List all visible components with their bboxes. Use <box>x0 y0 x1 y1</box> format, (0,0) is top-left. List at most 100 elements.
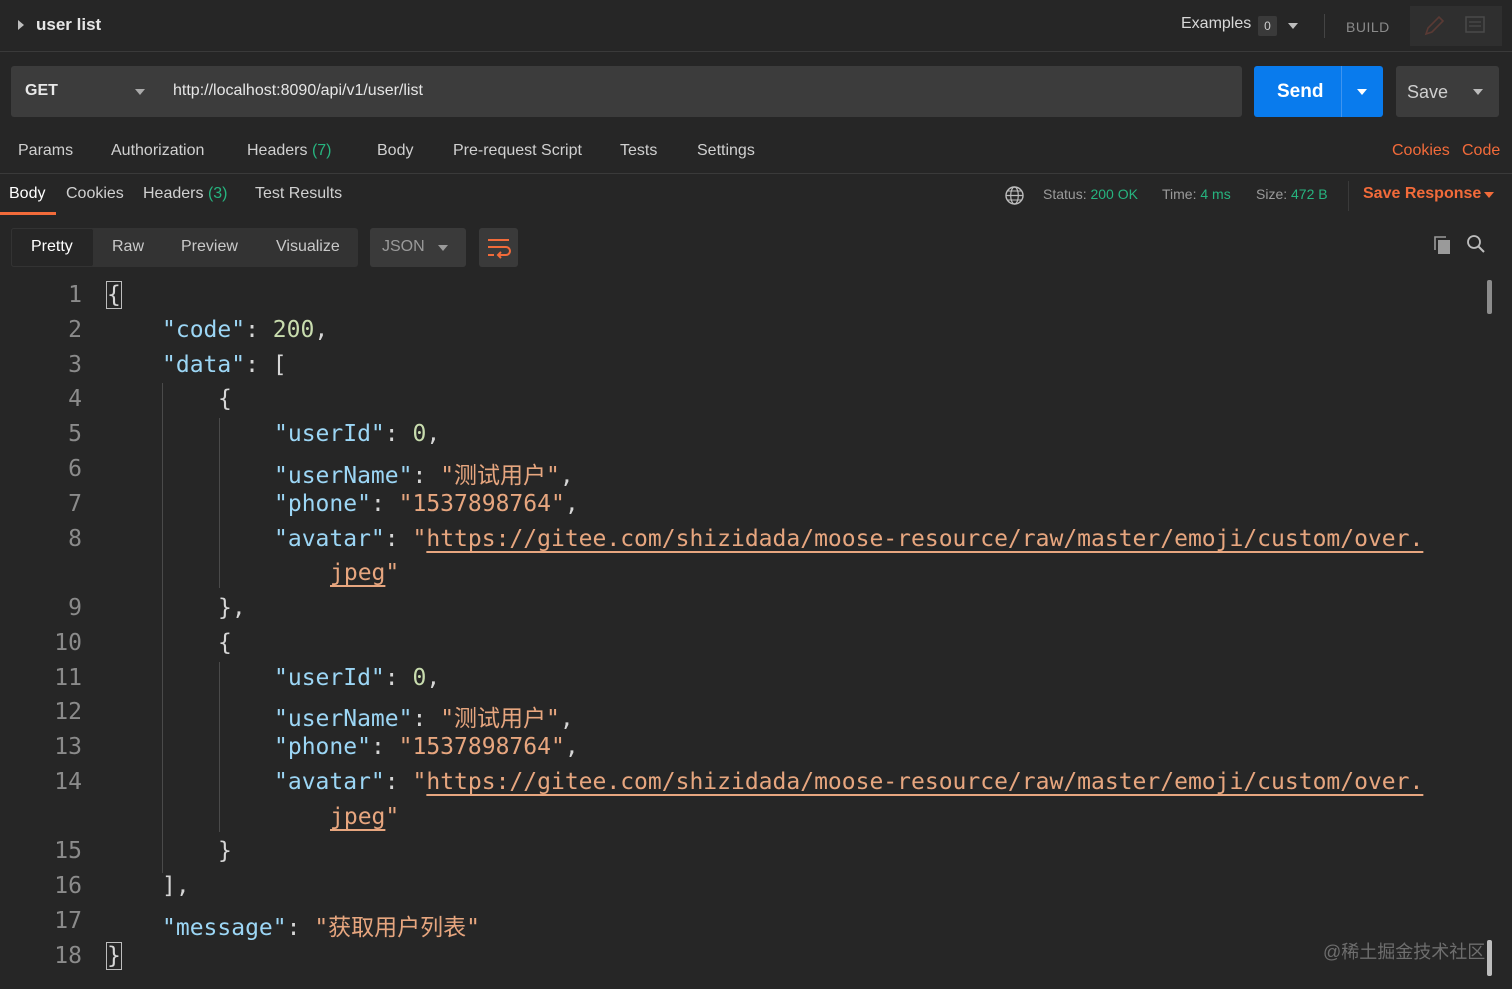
json-key: "phone" <box>274 491 371 517</box>
tab-headers-label: Headers <box>247 142 308 159</box>
request-title[interactable]: user list <box>36 15 101 35</box>
method-chevron-down-icon[interactable] <box>135 89 145 95</box>
tab-prerequest-script[interactable]: Pre-request Script <box>453 142 582 160</box>
line-number: 1 <box>68 282 82 308</box>
json-key: "phone" <box>274 734 371 760</box>
format-label: JSON <box>382 238 425 255</box>
json-line: "phone": "1537898764", <box>274 491 579 517</box>
format-chevron-down-icon <box>438 245 448 251</box>
json-key: "userId" <box>274 421 385 447</box>
active-tab-underline <box>0 212 56 215</box>
view-raw[interactable]: Raw <box>112 238 144 256</box>
line-number: 9 <box>68 595 82 621</box>
save-options-chevron-down-icon[interactable] <box>1473 89 1483 95</box>
json-line: "code": 200, <box>162 317 329 343</box>
json-brace: } <box>218 838 232 864</box>
copy-icon[interactable] <box>1432 234 1452 256</box>
tab-authorization[interactable]: Authorization <box>111 142 204 160</box>
send-button[interactable]: Send <box>1254 66 1383 117</box>
request-header-bar: user list Examples 0 BUILD <box>0 0 1512 52</box>
line-number: 3 <box>68 352 82 378</box>
edit-mode-button[interactable] <box>1410 6 1456 46</box>
json-key: "code" <box>162 317 246 343</box>
line-number: 18 <box>54 943 82 969</box>
json-bracket: ], <box>162 873 190 899</box>
tab-response-body[interactable]: Body <box>9 185 45 203</box>
tab-response-headers[interactable]: Headers (3) <box>143 185 228 203</box>
json-line: "userId": 0, <box>274 665 441 691</box>
tab-tests[interactable]: Tests <box>620 142 657 160</box>
json-brace: }, <box>218 595 246 621</box>
json-string: "测试用户" <box>440 463 560 489</box>
send-label: Send <box>1277 81 1324 102</box>
json-line: "userId": 0, <box>274 421 441 447</box>
json-bracket: [ <box>272 352 287 378</box>
json-key: "avatar" <box>274 526 385 552</box>
send-options-chevron-down-icon[interactable] <box>1357 89 1367 95</box>
request-tabs: Params Authorization Headers (7) Body Pr… <box>0 130 1512 174</box>
line-number: 15 <box>54 838 82 864</box>
tab-params[interactable]: Params <box>18 142 73 160</box>
tab-test-results[interactable]: Test Results <box>255 185 342 203</box>
line-number: 6 <box>68 456 82 482</box>
json-line: "userName": "测试用户", <box>274 463 574 489</box>
divider <box>1324 14 1325 38</box>
tab-body[interactable]: Body <box>377 142 413 160</box>
scrollbar-thumb[interactable] <box>1487 940 1492 976</box>
globe-icon[interactable] <box>1004 185 1025 206</box>
indent-guide <box>219 662 220 832</box>
expand-triangle-icon[interactable] <box>18 20 24 30</box>
pencil-icon <box>1424 15 1445 36</box>
json-number: 0 <box>412 421 427 447</box>
response-bar: Body Cookies Headers (3) Test Results St… <box>0 175 1512 217</box>
view-preview[interactable]: Preview <box>181 238 238 256</box>
method-select[interactable]: GET <box>25 82 58 100</box>
format-select[interactable]: JSON <box>370 228 466 267</box>
line-number: 4 <box>68 386 82 412</box>
line-number: 13 <box>54 734 82 760</box>
json-url-link[interactable]: jpeg <box>330 804 385 830</box>
line-number: 12 <box>54 699 82 725</box>
url-bar: GET <box>11 66 1242 117</box>
documentation-mode-button[interactable] <box>1456 6 1502 46</box>
tab-response-cookies[interactable]: Cookies <box>66 185 124 203</box>
view-pretty[interactable]: Pretty <box>31 238 73 256</box>
json-string: "测试用户" <box>440 706 560 732</box>
build-mode-label[interactable]: BUILD <box>1346 19 1390 35</box>
json-key: "userId" <box>274 665 385 691</box>
json-line: "avatar": "https://gitee.com/shizidada/m… <box>274 526 1424 552</box>
code-link[interactable]: Code <box>1462 142 1500 160</box>
save-response-chevron-down-icon[interactable] <box>1484 192 1494 198</box>
time-readout: Time: 4 ms <box>1162 186 1231 202</box>
search-icon[interactable] <box>1466 234 1486 254</box>
cookies-link[interactable]: Cookies <box>1392 142 1450 160</box>
save-button[interactable]: Save <box>1396 66 1499 117</box>
save-response-button[interactable]: Save Response <box>1363 185 1481 203</box>
divider <box>1348 181 1349 211</box>
json-number: 200 <box>272 317 315 343</box>
examples-button[interactable]: Examples <box>1181 15 1251 33</box>
headers-count: (7) <box>311 142 332 159</box>
url-input[interactable] <box>163 74 1223 108</box>
save-label: Save <box>1407 82 1449 102</box>
indent-guide <box>162 383 163 873</box>
line-number: 5 <box>68 421 82 447</box>
examples-chevron-down-icon[interactable] <box>1288 23 1298 29</box>
indent-guide <box>219 418 220 588</box>
json-key: "data" <box>162 352 246 378</box>
view-visualize[interactable]: Visualize <box>276 238 340 256</box>
scrollbar-thumb[interactable] <box>1487 280 1492 314</box>
line-number: 8 <box>68 526 82 552</box>
response-body-editor[interactable]: 1 2 3 4 5 6 7 8 9 10 11 12 13 14 15 16 1… <box>0 278 1512 989</box>
tab-settings[interactable]: Settings <box>697 142 755 160</box>
tab-headers[interactable]: Headers (7) <box>247 142 332 160</box>
tab-response-headers-label: Headers <box>143 185 204 202</box>
json-line: "userName": "测试用户", <box>274 706 574 732</box>
json-line-wrap: jpeg" <box>330 804 400 830</box>
json-url-link[interactable]: https://gitee.com/shizidada/moose-resour… <box>426 769 1423 795</box>
wrap-lines-button[interactable] <box>479 228 518 267</box>
line-number: 14 <box>54 769 82 795</box>
json-url-link[interactable]: https://gitee.com/shizidada/moose-resour… <box>426 526 1423 552</box>
size-label: Size: <box>1256 186 1288 202</box>
json-url-link[interactable]: jpeg <box>330 560 385 586</box>
